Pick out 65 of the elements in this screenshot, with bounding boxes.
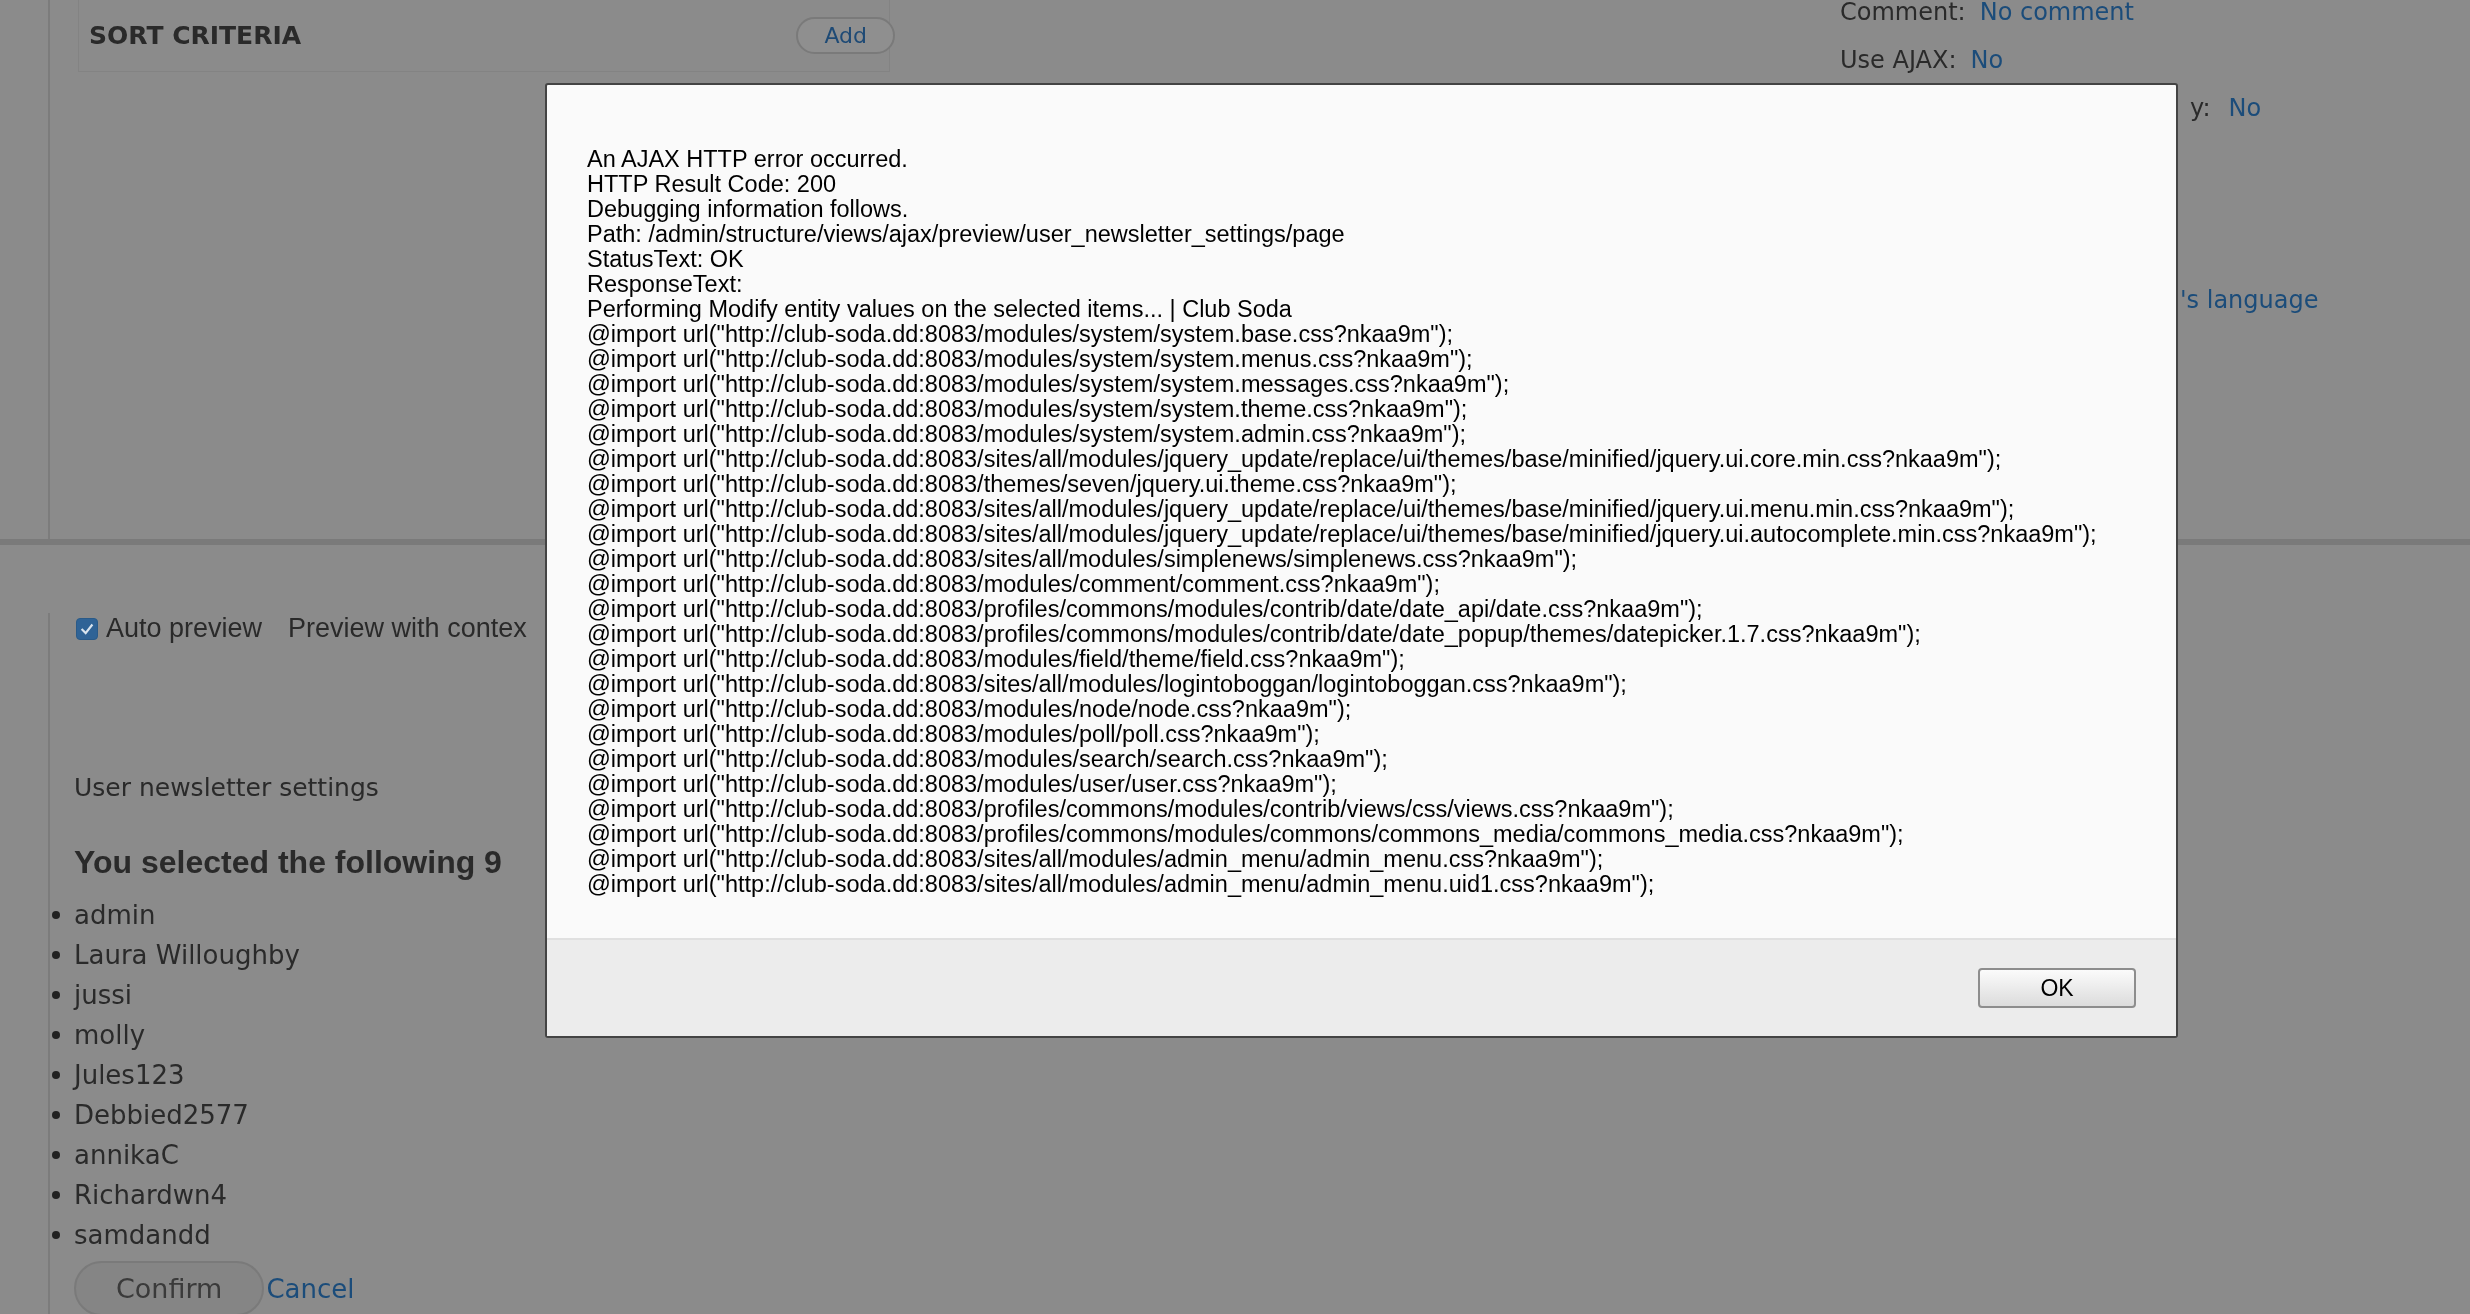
selected-item: Laura Willoughby [74, 939, 300, 972]
checkbox-label: Auto preview [106, 613, 263, 644]
error-line: @import url("http://club-soda.dd:8083/sites/all/modules/admin_menu/admin_menu.css?nkaa9m"); [587, 847, 1604, 872]
cancel-link[interactable]: Cancel [266, 1273, 355, 1304]
setting-link[interactable]: No [2228, 94, 2262, 122]
setting-label: Comment: [1840, 0, 1966, 26]
bullet-icon [52, 1031, 60, 1039]
error-line: Path: /admin/structure/views/ajax/preview/user_newsletter_settings/page [587, 222, 1346, 247]
checkbox[interactable] [76, 617, 98, 640]
selected-item: molly [74, 1019, 146, 1052]
error-line: @import url("http://club-soda.dd:8083/modules/system/system.base.css?nkaa9m"); [587, 322, 1454, 347]
error-line: Debugging information follows. [587, 197, 910, 222]
checkbox-label: Preview with contex [288, 613, 527, 644]
bullet-icon [52, 1191, 60, 1199]
setting-link[interactable]: No comment [1979, 0, 2134, 26]
error-line: @import url("http://club-soda.dd:8083/modules/poll/poll.css?nkaa9m"); [587, 722, 1320, 747]
error-line: @import url("http://club-soda.dd:8083/profiles/commons/modules/contrib/date/date_api/date.css?nkaa9m"); [587, 597, 1704, 622]
bullet-icon [52, 911, 60, 919]
error-line: @import url("http://club-soda.dd:8083/sites/all/modules/jquery_update/replace/ui/themes/base/minified/jquery.ui.menu.min.css?nkaa9m"); [587, 497, 2016, 522]
ok-button[interactable]: OK [1978, 968, 2136, 1008]
error-line: StatusText: OK [587, 247, 744, 272]
selected-item: Richardwn4 [74, 1179, 228, 1212]
preview-heading: You selected the following 9 [74, 844, 502, 881]
section-title: SORT CRITERIA [89, 21, 302, 50]
error-line: @import url("http://club-soda.dd:8083/modules/system/system.menus.css?nkaa9m"); [587, 347, 1474, 372]
error-line: @import url("http://club-soda.dd:8083/modules/node/node.css?nkaa9m"); [587, 697, 1352, 722]
selected-item: admin [74, 899, 156, 932]
error-line: @import url("http://club-soda.dd:8083/modules/comment/comment.css?nkaa9m"); [587, 572, 1440, 597]
error-line: @import url("http://club-soda.dd:8083/sites/all/modules/admin_menu/admin_menu.uid1.css?nkaa9m"); [587, 872, 1656, 897]
selected-item: Jules123 [74, 1059, 185, 1092]
bullet-icon [52, 951, 60, 959]
error-line: @import url("http://club-soda.dd:8083/profiles/commons/modules/contrib/views/css/views.css?nkaa9m"); [587, 797, 1675, 822]
error-line: HTTP Result Code: 200 [587, 172, 838, 197]
selected-item: annikaC [74, 1139, 179, 1172]
setting-label: Use AJAX: [1840, 46, 1957, 74]
error-line: ResponseText: [587, 272, 744, 297]
error-line: @import url("http://club-soda.dd:8083/sites/all/modules/simplenews/simplenews.css?nkaa9m"); [587, 547, 1578, 572]
confirm-button[interactable]: Confirm [74, 1261, 265, 1314]
error-line: @import url("http://club-soda.dd:8083/themes/seven/jquery.ui.theme.css?nkaa9m"); [587, 472, 1457, 497]
error-line: Performing Modify entity values on the selected items... | Club Soda [587, 297, 1293, 322]
selected-item: Debbied2577 [74, 1099, 249, 1132]
selected-item: samdandd [74, 1219, 211, 1252]
setting-link[interactable]: No [1970, 46, 2004, 74]
setting-link[interactable]: 's language [2180, 286, 2319, 314]
error-line: @import url("http://club-soda.dd:8083/sites/all/modules/jquery_update/replace/ui/themes/base/minified/jquery.ui.autocomplete.min.css?nkaa9m"); [587, 522, 2098, 547]
bullet-icon [52, 1151, 60, 1159]
error-line: @import url("http://club-soda.dd:8083/modules/field/theme/field.css?nkaa9m"); [587, 647, 1405, 672]
error-line: @import url("http://club-soda.dd:8083/modules/system/system.admin.css?nkaa9m"); [587, 422, 1468, 447]
error-line: An AJAX HTTP error occurred. [587, 147, 909, 172]
setting-label: y: [2190, 94, 2211, 122]
bullet-icon [52, 1231, 60, 1239]
error-line: @import url("http://club-soda.dd:8083/modules/system/system.messages.css?nkaa9m"); [587, 372, 1511, 397]
preview-title: User newsletter settings [74, 773, 379, 802]
error-line: @import url("http://club-soda.dd:8083/sites/all/modules/logintoboggan/logintoboggan.css?nkaa9m"); [587, 672, 1628, 697]
error-line: @import url("http://club-soda.dd:8083/sites/all/modules/jquery_update/replace/ui/themes/base/minified/jquery.ui.core.min.css?nkaa9m"); [587, 447, 2003, 472]
error-line: @import url("http://club-soda.dd:8083/modules/user/user.css?nkaa9m"); [587, 772, 1337, 797]
error-line: @import url("http://club-soda.dd:8083/modules/search/search.css?nkaa9m"); [587, 747, 1389, 772]
bullet-icon [52, 1071, 60, 1079]
error-line: @import url("http://club-soda.dd:8083/profiles/commons/modules/contrib/date/date_popup/themes/datepicker.1.7.css?nkaa9m"); [587, 622, 1922, 647]
error-line: @import url("http://club-soda.dd:8083/modules/system/system.theme.css?nkaa9m"); [587, 397, 1468, 422]
error-line: @import url("http://club-soda.dd:8083/profiles/commons/modules/commons/commons_media/commons_media.css?nkaa9m"); [587, 822, 1905, 847]
bullet-icon [52, 1111, 60, 1119]
add-button[interactable]: Add [796, 17, 895, 54]
bullet-icon [52, 991, 60, 999]
selected-item: jussi [74, 979, 133, 1012]
